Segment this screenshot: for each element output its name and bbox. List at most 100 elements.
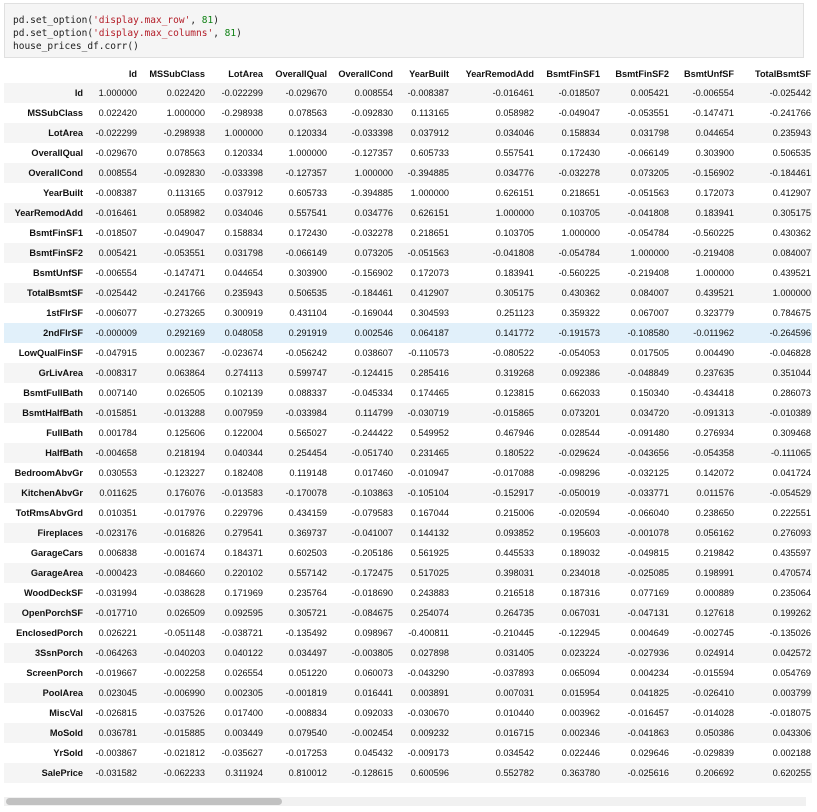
table-cell: 0.023224: [561, 648, 600, 658]
table-cell: 0.092386: [561, 368, 600, 378]
table-cell: -0.064263: [95, 648, 137, 658]
row-label: 2ndFlrSF: [43, 328, 83, 338]
table-cell: -0.022299: [221, 88, 263, 98]
table-cell: 0.006838: [98, 548, 137, 558]
table-cell: -0.205186: [351, 548, 393, 558]
table-cell: 0.620255: [772, 768, 811, 778]
table-cell: 0.002367: [166, 348, 205, 358]
table-cell: 0.023045: [98, 688, 137, 698]
table-cell: -0.219408: [692, 248, 734, 258]
code-cell[interactable]: pd.set_option('display.max_row', 81) pd.…: [4, 3, 804, 58]
table-cell: -0.023176: [95, 528, 137, 538]
table-cell: 0.467946: [495, 428, 534, 438]
table-cell: -0.111065: [770, 448, 811, 458]
table-cell: 0.003891: [410, 688, 449, 698]
table-cell: -0.394885: [407, 168, 449, 178]
table-cell: 0.189032: [561, 548, 600, 558]
table-cell: 1.000000: [224, 128, 263, 138]
table-cell: -0.560225: [558, 268, 600, 278]
table-cell: 0.602503: [288, 548, 327, 558]
table-cell: -0.049047: [558, 108, 600, 118]
table-cell: 0.229796: [224, 508, 263, 518]
table-cell: 0.120334: [224, 148, 263, 158]
table-cell: 0.254074: [410, 608, 449, 618]
table-cell: 0.412907: [772, 188, 811, 198]
table-cell: -0.032125: [627, 468, 669, 478]
table-cell: -0.053551: [627, 108, 669, 118]
row-label: YrSold: [53, 748, 83, 758]
table-cell: 0.016441: [354, 688, 393, 698]
table-cell: 0.561925: [410, 548, 449, 558]
table-cell: 0.002188: [772, 748, 811, 758]
table-cell: -0.033984: [285, 408, 327, 418]
table-cell: -0.031582: [95, 768, 137, 778]
code-line-3: house_prices_df.corr(): [13, 41, 139, 52]
table-cell: 0.037912: [224, 188, 263, 198]
table-cell: 0.305721: [288, 608, 327, 618]
table-cell: 0.517025: [410, 568, 449, 578]
table-cell: 0.034776: [354, 208, 393, 218]
table-cell: 0.007959: [224, 408, 263, 418]
table-cell: 0.004649: [630, 628, 669, 638]
table-cell: 0.243883: [410, 588, 449, 598]
table-cell: 0.291919: [288, 328, 327, 338]
table-cell: -0.053551: [163, 248, 205, 258]
table-cell: -0.054529: [769, 488, 811, 498]
table-cell: 0.029646: [630, 748, 669, 758]
table-cell: 0.027898: [410, 648, 449, 658]
table-cell: 0.506535: [772, 148, 811, 158]
table-cell: 0.300919: [224, 308, 263, 318]
table-cell: 0.084007: [772, 248, 811, 258]
table-cell: -0.041808: [627, 208, 669, 218]
table-cell: -0.018690: [351, 588, 393, 598]
row-label: HalfBath: [45, 448, 83, 458]
table-cell: 1.000000: [561, 228, 600, 238]
table-cell: -0.037893: [492, 668, 534, 678]
table-cell: 0.264735: [495, 608, 534, 618]
table-cell: 0.041724: [772, 468, 811, 478]
table-row: BsmtFinSF1 -0.018507 -0.049047 0.158834 0.17…: [4, 223, 812, 243]
table-cell: -0.043656: [627, 448, 669, 458]
table-cell: 0.067007: [630, 308, 669, 318]
table-cell: -0.037526: [163, 708, 205, 718]
correlation-table: Id MSSubClass LotArea OverallQual OverallCon…: [4, 65, 812, 783]
table-cell: -0.014028: [692, 708, 734, 718]
table-cell: 0.176076: [166, 488, 205, 498]
table-row: OpenPorchSF -0.017710 0.026509 0.092595 0.30…: [4, 603, 812, 623]
table-cell: -0.147471: [163, 268, 205, 278]
table-cell: -0.031994: [95, 588, 137, 598]
table-cell: 0.199262: [772, 608, 811, 618]
table-cell: 0.254454: [288, 448, 327, 458]
table-cell: -0.008317: [95, 368, 137, 378]
horizontal-scrollbar[interactable]: [4, 797, 806, 806]
table-row: KitchenAbvGr 0.011625 0.176076 -0.013583 -0.…: [4, 483, 812, 503]
table-cell: 0.172073: [695, 188, 734, 198]
table-cell: 0.103705: [495, 228, 534, 238]
table-cell: 0.034046: [224, 208, 263, 218]
table-cell: 0.319268: [495, 368, 534, 378]
code-editor[interactable]: pd.set_option('display.max_row', 81) pd.…: [13, 14, 242, 53]
column-header: YearRemodAdd: [465, 69, 534, 79]
table-cell: 0.141772: [495, 328, 534, 338]
table-cell: 0.103705: [561, 208, 600, 218]
table-cell: -0.091480: [627, 428, 669, 438]
table-cell: 0.158834: [561, 128, 600, 138]
table-cell: 0.015954: [561, 688, 600, 698]
column-header: TotalBsmtSF: [755, 69, 811, 79]
row-label: TotRmsAbvGrd: [15, 508, 83, 518]
table-cell: 0.218651: [561, 188, 600, 198]
scrollbar-thumb[interactable]: [6, 798, 282, 805]
table-row: Fireplaces -0.023176 -0.016826 0.279541 0.36…: [4, 523, 812, 543]
table-cell: 0.007031: [495, 688, 534, 698]
table-cell: 0.235943: [224, 288, 263, 298]
table-cell: -0.026815: [95, 708, 137, 718]
table-cell: -0.006554: [692, 88, 734, 98]
table-cell: 0.309468: [772, 428, 811, 438]
table-cell: 0.276093: [772, 528, 811, 538]
table-cell: 0.008554: [98, 168, 137, 178]
table-row: BsmtFinSF2 0.005421 -0.053551 0.031798 -0.06…: [4, 243, 812, 263]
table-cell: -0.015865: [492, 408, 534, 418]
table-cell: -0.006990: [163, 688, 205, 698]
table-cell: 0.285416: [410, 368, 449, 378]
table-cell: 0.011625: [99, 488, 137, 498]
